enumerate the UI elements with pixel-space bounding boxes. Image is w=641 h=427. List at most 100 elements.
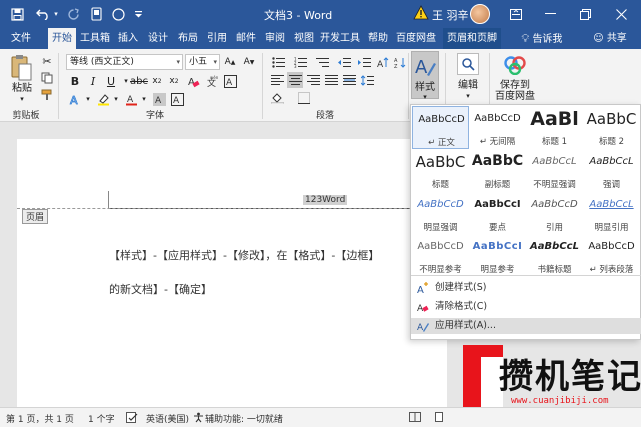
tell-me[interactable]: 💡︎ 告诉我 [512, 28, 572, 49]
style-tile-intense-emphasis[interactable]: AaBbCcD 明显强调 [412, 192, 469, 235]
style-tile-intense-reference[interactable]: AaBbCcI 明显参考 [469, 234, 526, 277]
style-tile-strong[interactable]: AaBbCcI 要点 [469, 192, 526, 235]
save-baidu-label-line2[interactable]: 百度网盘 [494, 91, 536, 102]
ribbon-display-options-icon[interactable] [505, 5, 527, 23]
read-mode-icon[interactable] [409, 412, 421, 425]
share-button[interactable]: ☺ 共享 [585, 28, 635, 49]
document-line-1[interactable]: 【样式】-【应用样式】-【修改】，在【格式】-【边框】 [109, 247, 379, 263]
clear-formatting-icon[interactable]: A [185, 73, 201, 89]
style-tile-subtitle[interactable]: AaBbC 副标题 [469, 149, 526, 192]
redo-icon[interactable] [64, 5, 82, 23]
subscript-icon[interactable]: x2 [149, 73, 165, 89]
baidu-netdisk-icon[interactable] [502, 54, 528, 76]
user-name[interactable]: 王 羽辛 [432, 7, 469, 23]
bold-icon[interactable]: B [67, 73, 83, 89]
tab-header-footer[interactable]: 页眉和页脚 [443, 28, 501, 49]
clear-format-item[interactable]: A 清除格式(C) [411, 299, 641, 315]
style-tile-title[interactable]: AaBbC 标题 [412, 149, 469, 192]
touch-mode-icon[interactable] [88, 5, 104, 23]
character-shading-icon[interactable]: A [151, 91, 167, 107]
header-content[interactable]: 123Word [303, 195, 348, 205]
tab-review[interactable]: 审阅 [261, 28, 289, 49]
line-spacing-icon[interactable] [359, 72, 375, 88]
accessibility-icon[interactable] [193, 412, 204, 426]
paste-dropdown-icon[interactable]: ▾ [8, 94, 36, 105]
multilevel-list-icon[interactable] [314, 54, 330, 70]
accessibility-status[interactable]: 辅助功能: 一切就绪 [205, 412, 283, 425]
document-line-2[interactable]: 的新文档】-【确定】 [109, 281, 212, 297]
enclose-character-icon[interactable]: A [222, 73, 238, 89]
tab-help[interactable]: 帮助 [364, 28, 392, 49]
chinese-layout-icon[interactable]: A [375, 54, 391, 70]
language[interactable]: 英语(美国) [146, 412, 189, 425]
close-icon[interactable] [610, 5, 632, 23]
shading-icon[interactable] [269, 90, 285, 106]
undo-icon[interactable] [34, 5, 52, 23]
tab-baidu-netdisk[interactable]: 百度网盘 [394, 28, 438, 49]
text-effects-dropdown-icon[interactable]: ▾ [80, 91, 96, 107]
highlight-dropdown-icon[interactable]: ▾ [108, 91, 124, 107]
paste-label[interactable]: 粘贴 [8, 83, 36, 94]
undo-dropdown-icon[interactable]: ▾ [52, 5, 60, 23]
shrink-font-icon[interactable]: A ▼ [241, 54, 257, 70]
tab-file[interactable]: 文件 [6, 28, 36, 49]
circle-shape-icon[interactable] [110, 5, 126, 23]
style-tile-quote[interactable]: AaBbCcD 引用 [526, 192, 583, 235]
print-layout-icon[interactable] [433, 412, 445, 425]
font-size-select[interactable]: 小五 ▾ [185, 54, 220, 70]
tab-view[interactable]: 视图 [290, 28, 318, 49]
find-icon[interactable] [457, 53, 479, 75]
font-color-dropdown-icon[interactable]: ▾ [136, 91, 152, 107]
character-border-icon[interactable]: A [169, 91, 185, 107]
tab-home[interactable]: 开始 [48, 28, 76, 49]
restore-icon[interactable] [574, 5, 596, 23]
tab-mailings[interactable]: 邮件 [232, 28, 260, 49]
align-left-icon[interactable] [269, 72, 285, 88]
save-baidu-label-line1[interactable]: 保存到 [494, 80, 536, 91]
tab-insert[interactable]: 插入 [114, 28, 142, 49]
tab-design[interactable]: 设计 [144, 28, 172, 49]
style-tile-subtle-emphasis[interactable]: AaBbCcL 不明显强调 [526, 149, 583, 192]
warning-icon[interactable] [413, 5, 429, 21]
borders-icon[interactable] [296, 90, 312, 106]
customize-quick-access-icon[interactable] [132, 5, 144, 23]
save-icon[interactable] [8, 5, 26, 23]
numbering-icon[interactable]: 123 [292, 54, 308, 70]
apply-styles-item[interactable]: A 应用样式(A)... [411, 318, 641, 334]
style-tile-book-title[interactable]: AaBbCcL 书籍标题 [526, 234, 583, 277]
style-tile-heading-1[interactable]: AaBl 标题 1 [526, 106, 583, 149]
distributed-icon[interactable] [341, 72, 357, 88]
paste-icon[interactable] [7, 53, 35, 83]
sort-icon[interactable]: AZ [392, 54, 408, 70]
font-name-select[interactable]: 等线 (西文正文) ▾ [66, 54, 183, 70]
styles-dropdown-icon[interactable]: ▾ [411, 92, 439, 103]
bullets-icon[interactable] [270, 54, 286, 70]
italic-icon[interactable]: I [85, 73, 101, 89]
word-count[interactable]: 1 个字 [88, 412, 115, 425]
phonetic-guide-icon[interactable]: 文 wén [204, 73, 220, 89]
justify-icon[interactable] [323, 72, 339, 88]
strikethrough-icon[interactable]: abc [130, 73, 148, 89]
tab-references[interactable]: 引用 [203, 28, 231, 49]
decrease-indent-icon[interactable] [336, 54, 352, 70]
cut-icon[interactable]: ✂ [39, 53, 55, 69]
superscript-icon[interactable]: x2 [166, 73, 182, 89]
align-center-icon[interactable] [287, 72, 303, 88]
format-painter-icon[interactable] [39, 87, 55, 103]
spelling-check-icon[interactable] [126, 412, 138, 426]
tab-layout[interactable]: 布局 [174, 28, 202, 49]
align-right-icon[interactable] [305, 72, 321, 88]
copy-icon[interactable] [39, 70, 55, 86]
style-tile-no-spacing[interactable]: AaBbCcD ↵ 无间隔 [469, 106, 526, 149]
underline-icon[interactable]: U [103, 73, 119, 89]
style-tile-emphasis[interactable]: AaBbCcL 强调 [583, 149, 640, 192]
page[interactable]: 123Word 页眉 【样式】-【应用样式】-【修改】，在【格式】-【边框】 的… [17, 139, 447, 407]
style-tile-list-paragraph[interactable]: AaBbCcD ↵ 列表段落 [583, 234, 640, 277]
tab-toolbox[interactable]: 工具箱 [78, 28, 112, 49]
minimize-icon[interactable] [539, 5, 561, 23]
create-style-item[interactable]: A 创建样式(S) [411, 280, 641, 296]
style-tile-subtle-reference[interactable]: AaBbCcD 不明显参考 [412, 234, 469, 277]
avatar[interactable] [470, 4, 490, 24]
style-tile-intense-quote[interactable]: AaBbCcL 明显引用 [583, 192, 640, 235]
editing-label[interactable]: 编辑 [453, 80, 483, 91]
